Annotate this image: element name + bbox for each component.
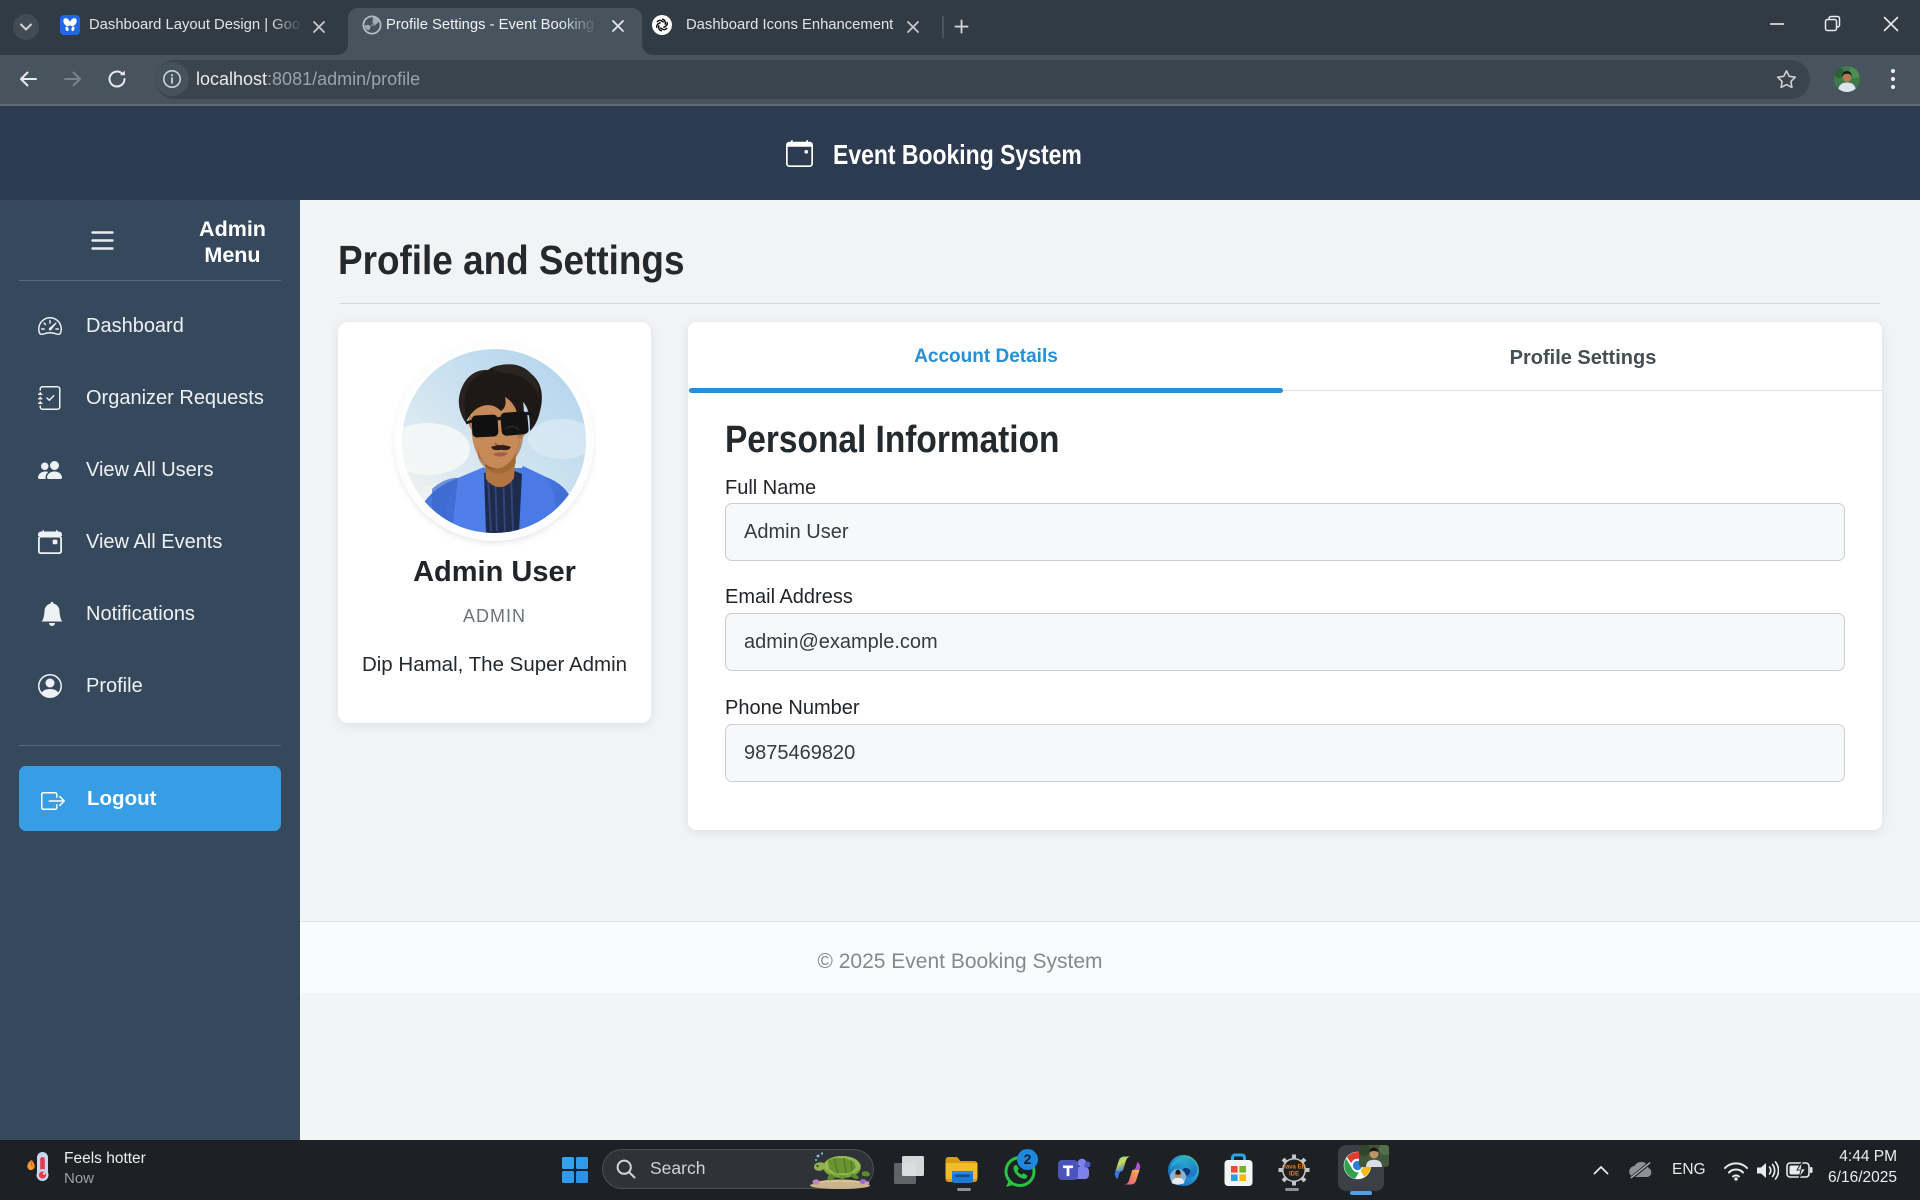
svg-text:IDE: IDE	[1289, 1172, 1299, 1178]
svg-text:Java EE: Java EE	[1282, 1165, 1305, 1171]
